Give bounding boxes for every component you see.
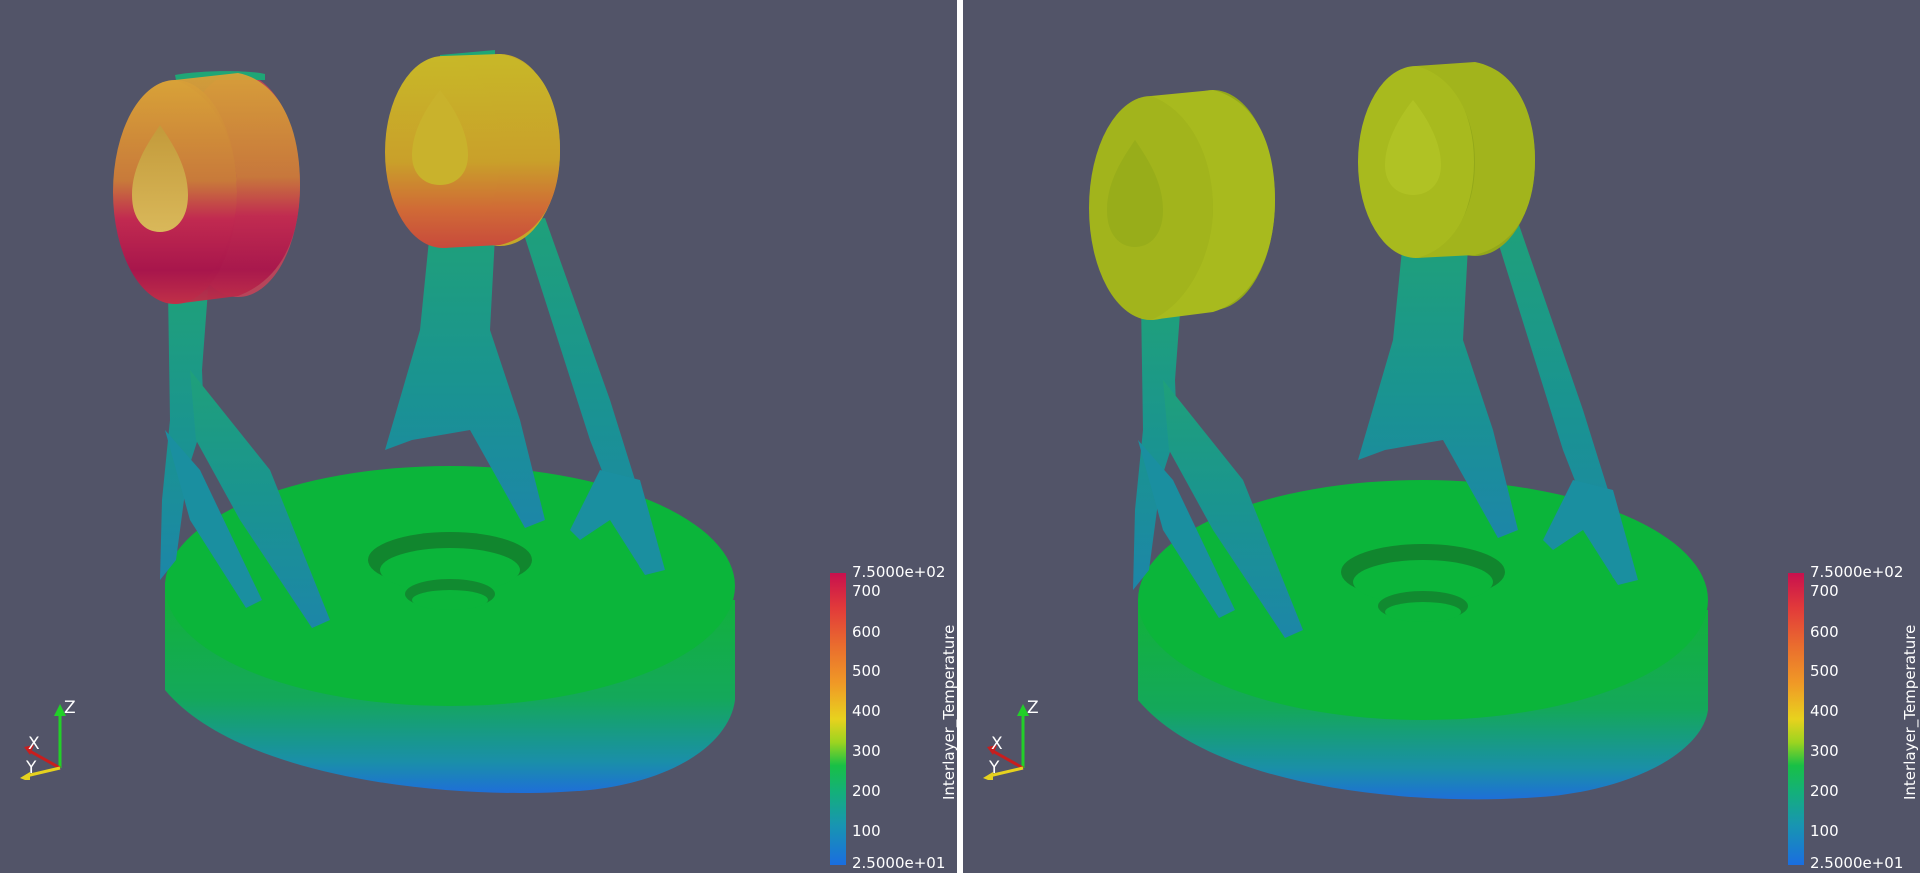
orientation-axes-right: Z X Y	[977, 698, 1047, 782]
axis-label-x: X	[28, 734, 40, 754]
orientation-axes-left: Z X Y	[14, 698, 84, 782]
render-view-left[interactable]: Z X Y 7.5000e+02 700 600 500 400 300 200…	[0, 0, 957, 873]
axis-label-y: Y	[989, 758, 1000, 778]
axis-label-z: Z	[1027, 698, 1039, 718]
axis-label-x: X	[991, 734, 1003, 754]
axis-label-z: Z	[64, 698, 76, 718]
render-view-right[interactable]: Z X Y 7.5000e+02 700 600 500 400 300 200…	[963, 0, 1920, 873]
axis-label-y: Y	[26, 758, 37, 778]
viewports: Z X Y 7.5000e+02 700 600 500 400 300 200…	[0, 0, 1920, 873]
part-render-left	[113, 50, 735, 794]
part-render-right	[1089, 62, 1708, 800]
